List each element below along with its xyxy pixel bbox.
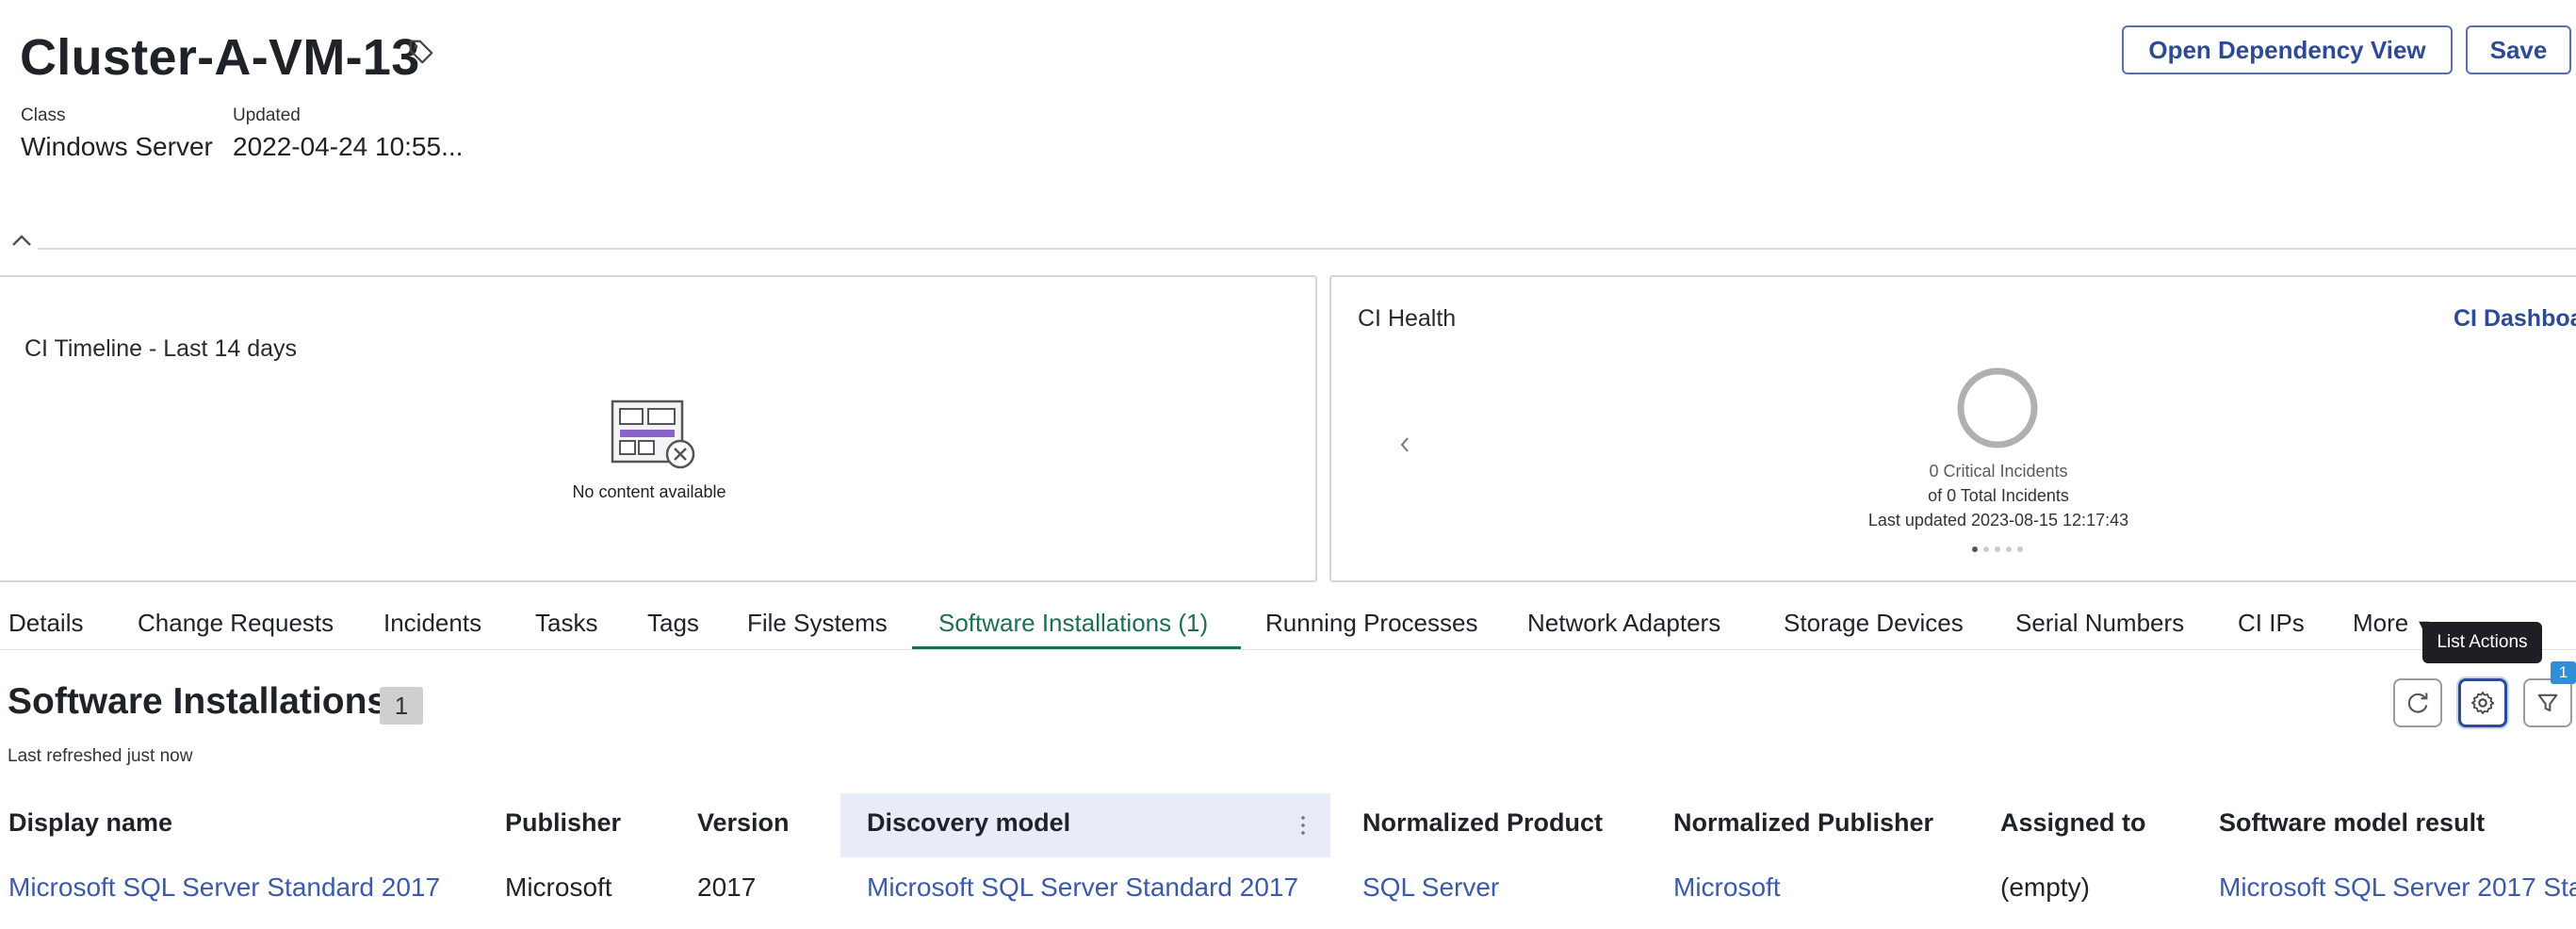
filter-button[interactable] bbox=[2523, 678, 2572, 727]
tab-change-requests[interactable]: Change Requests bbox=[138, 609, 334, 638]
carousel-dot[interactable] bbox=[1972, 546, 1978, 552]
carousel-dot[interactable] bbox=[2017, 546, 2023, 552]
carousel-dot[interactable] bbox=[1995, 546, 2000, 552]
total-incidents-text: of 0 Total Incidents bbox=[1928, 486, 2069, 505]
column-header-discovery-model[interactable]: Discovery model bbox=[867, 808, 1070, 838]
list-title: Software Installations bbox=[8, 681, 388, 722]
no-content-icon bbox=[611, 399, 695, 469]
filter-icon bbox=[2537, 693, 2558, 712]
refresh-button[interactable] bbox=[2393, 678, 2442, 727]
ci-dashboard-link[interactable]: CI Dashboa bbox=[2454, 305, 2576, 333]
gear-icon bbox=[2471, 692, 2495, 714]
cell-software-model-result[interactable]: Microsoft SQL Server 2017 Star bbox=[2219, 872, 2576, 903]
cell-discovery-model[interactable]: Microsoft SQL Server Standard 2017 bbox=[867, 872, 1298, 903]
class-value: Windows Server bbox=[21, 132, 213, 161]
carousel-dot[interactable] bbox=[1983, 546, 1989, 552]
tab-more[interactable]: More ▼ bbox=[2353, 609, 2432, 638]
chevron-left-icon[interactable] bbox=[1395, 432, 1414, 458]
ci-health-card: CI Health CI Dashboa 0 Critical Incident… bbox=[1329, 275, 2576, 582]
tab-network-adapters[interactable]: Network Adapters bbox=[1527, 609, 1720, 638]
column-header-normalized-publisher[interactable]: Normalized Publisher bbox=[1673, 808, 1933, 838]
no-content-text: No content available bbox=[572, 482, 726, 501]
column-menu-icon[interactable] bbox=[1298, 812, 1308, 839]
cell-normalized-publisher[interactable]: Microsoft bbox=[1673, 872, 1781, 903]
critical-incidents-text: 0 Critical Incidents bbox=[1929, 462, 2068, 481]
list-actions-button[interactable] bbox=[2458, 678, 2507, 727]
tabs-divider bbox=[0, 649, 2576, 650]
cell-assigned-to: (empty) bbox=[2000, 872, 2090, 902]
list-actions-tooltip: List Actions bbox=[2422, 622, 2542, 663]
ci-timeline-title: CI Timeline - Last 14 days bbox=[24, 335, 298, 362]
incident-ring-chart bbox=[1957, 367, 2038, 448]
tab-file-systems[interactable]: File Systems bbox=[747, 609, 888, 638]
tab-ci-ips[interactable]: CI IPs bbox=[2238, 609, 2305, 638]
tag-icon[interactable] bbox=[407, 38, 435, 66]
ci-health-title: CI Health bbox=[1358, 305, 1457, 332]
cell-publisher: Microsoft bbox=[505, 872, 612, 902]
carousel-dots bbox=[1965, 546, 2030, 556]
column-header-assigned-to[interactable]: Assigned to bbox=[2000, 808, 2146, 838]
updated-value: 2022-04-24 10:55... bbox=[233, 132, 464, 161]
tab-storage-devices[interactable]: Storage Devices bbox=[1784, 609, 1964, 638]
tab-details[interactable]: Details bbox=[8, 609, 83, 638]
column-header-version[interactable]: Version bbox=[697, 808, 790, 838]
page-title: Cluster-A-VM-13 bbox=[20, 29, 420, 86]
tab-software-installations[interactable]: Software Installations (1) bbox=[938, 609, 1208, 638]
updated-label: Updated bbox=[233, 106, 301, 125]
column-header-software-model-result[interactable]: Software model result bbox=[2219, 808, 2485, 838]
filter-count-badge: 1 bbox=[2551, 661, 2576, 684]
refresh-icon bbox=[2407, 693, 2428, 713]
header-divider bbox=[38, 248, 2576, 250]
collapse-icon[interactable] bbox=[9, 232, 34, 249]
tab-more-label: More bbox=[2353, 609, 2409, 637]
tab-incidents[interactable]: Incidents bbox=[383, 609, 481, 638]
record-count-badge: 1 bbox=[380, 687, 423, 725]
column-header-publisher[interactable]: Publisher bbox=[505, 808, 621, 838]
tab-running-processes[interactable]: Running Processes bbox=[1265, 609, 1477, 638]
carousel-dot[interactable] bbox=[2006, 546, 2012, 552]
cell-version: 2017 bbox=[697, 872, 757, 902]
cell-normalized-product[interactable]: SQL Server bbox=[1362, 872, 1499, 903]
tab-tags[interactable]: Tags bbox=[647, 609, 699, 638]
column-header-display-name[interactable]: Display name bbox=[8, 808, 172, 838]
last-refreshed-text: Last refreshed just now bbox=[8, 746, 193, 766]
save-button[interactable]: Save bbox=[2466, 25, 2571, 74]
tab-tasks[interactable]: Tasks bbox=[535, 609, 597, 638]
column-header-normalized-product[interactable]: Normalized Product bbox=[1362, 808, 1603, 838]
ci-timeline-card: CI Timeline - Last 14 days No content av… bbox=[0, 275, 1317, 582]
tab-serial-numbers[interactable]: Serial Numbers bbox=[2015, 609, 2184, 638]
open-dependency-view-button[interactable]: Open Dependency View bbox=[2122, 25, 2453, 74]
class-label: Class bbox=[21, 106, 66, 125]
cell-display-name[interactable]: Microsoft SQL Server Standard 2017 bbox=[8, 872, 440, 903]
last-updated-text: Last updated 2023-08-15 12:17:43 bbox=[1867, 511, 2129, 530]
